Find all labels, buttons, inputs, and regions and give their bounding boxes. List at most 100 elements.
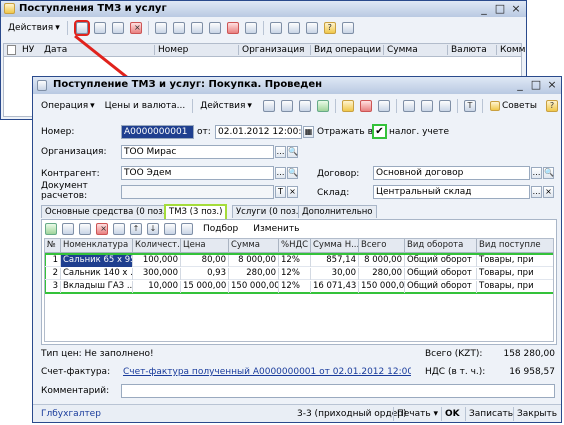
based-on-icon[interactable] bbox=[377, 100, 390, 112]
calc-icon[interactable] bbox=[438, 100, 451, 112]
comment-field[interactable] bbox=[121, 384, 555, 398]
th-sum[interactable]: Сумма bbox=[229, 239, 279, 252]
journal-icon[interactable] bbox=[420, 100, 433, 112]
th-nomenclature[interactable]: Номенклатура bbox=[61, 239, 133, 252]
cell-receipt-type[interactable]: Товары, при bbox=[477, 255, 553, 267]
move-up-icon[interactable]: ↑ bbox=[130, 223, 142, 235]
cell-turnover[interactable]: Общий оборот bbox=[405, 255, 477, 267]
accountant-link[interactable]: Глбухгалтер bbox=[41, 409, 101, 419]
cell-sum[interactable]: 150 000,00 bbox=[229, 281, 279, 293]
cell-vat-rate[interactable]: 12% bbox=[279, 281, 311, 293]
cell-total[interactable]: 8 000,00 bbox=[359, 255, 405, 267]
contractor-field[interactable]: ТОО Эдем bbox=[121, 166, 274, 180]
tab-services[interactable]: Услуги (0 поз.) bbox=[232, 205, 306, 218]
doc-actions-menu[interactable]: Действия ▾ bbox=[195, 99, 257, 114]
table-row[interactable]: 3 Вкладыш ГАЗ ... 10,000 15 000,00 150 0… bbox=[45, 281, 553, 293]
print-form-select[interactable]: 3-3 (приходный ордер) bbox=[297, 409, 406, 419]
org-open-icon[interactable]: 🔍 bbox=[287, 146, 298, 158]
th-turnover[interactable]: Вид оборота bbox=[405, 239, 477, 252]
doc-maximize-icon[interactable]: □ bbox=[529, 79, 543, 91]
contractor-select-icon[interactable]: … bbox=[275, 167, 286, 179]
calendar-icon[interactable]: ▦ bbox=[303, 126, 314, 138]
move-down-icon[interactable]: ↓ bbox=[147, 223, 159, 235]
table-end-edit-icon[interactable] bbox=[113, 223, 125, 235]
cell-price[interactable]: 15 000,00 bbox=[181, 281, 229, 293]
doc-help-icon[interactable]: ? bbox=[545, 100, 558, 112]
number-field[interactable]: A0000000001 bbox=[121, 125, 194, 139]
pick-button[interactable]: Подбор bbox=[198, 222, 243, 237]
doc-type-icon[interactable]: T bbox=[275, 186, 286, 198]
move-icon[interactable] bbox=[262, 100, 275, 112]
cell-vat-rate[interactable]: 12% bbox=[279, 268, 311, 280]
date-field[interactable]: 02.01.2012 12:00:01 bbox=[215, 125, 302, 139]
org-field[interactable]: ТОО Мирас bbox=[121, 145, 274, 159]
cell-price[interactable]: 0,93 bbox=[181, 268, 229, 280]
text-icon[interactable]: T bbox=[463, 100, 476, 112]
advice-button[interactable]: Советы bbox=[485, 99, 542, 114]
post-icon[interactable] bbox=[280, 100, 293, 112]
th-quantity[interactable]: Количест... bbox=[133, 239, 181, 252]
operation-menu[interactable]: Операция ▾ bbox=[36, 99, 100, 114]
warehouse-select-icon[interactable]: … bbox=[531, 186, 542, 198]
invoice-link[interactable]: Счет-фактура полученный A0000000001 от 0… bbox=[123, 367, 411, 377]
cell-quantity[interactable]: 300,000 bbox=[133, 268, 181, 280]
cell-total[interactable]: 150 000,00 bbox=[359, 281, 405, 293]
cell-vat-sum[interactable]: 30,00 bbox=[311, 268, 359, 280]
cell-price[interactable]: 80,00 bbox=[181, 255, 229, 267]
th-num[interactable]: № bbox=[45, 239, 61, 252]
th-vat-sum[interactable]: Сумма Н... bbox=[311, 239, 359, 252]
th-total[interactable]: Всего bbox=[359, 239, 405, 252]
tax-accounting-checkbox[interactable]: ✔ bbox=[372, 124, 387, 139]
table-copy-icon[interactable] bbox=[62, 223, 74, 235]
tab-additional[interactable]: Дополнительно bbox=[298, 205, 377, 218]
sort-asc-icon[interactable] bbox=[164, 223, 176, 235]
table-row[interactable]: 1 Сальник 65 x 95 100,000 80,00 8 000,00… bbox=[45, 255, 553, 267]
table-edit-icon[interactable] bbox=[79, 223, 91, 235]
cell-quantity[interactable]: 100,000 bbox=[133, 255, 181, 267]
contract-select-icon[interactable]: … bbox=[531, 167, 542, 179]
doc-minimize-icon[interactable]: _ bbox=[513, 79, 527, 91]
cell-nomenclature[interactable]: Сальник 140 x ... bbox=[61, 268, 133, 280]
print-button[interactable]: Печать ▾ bbox=[397, 409, 438, 419]
cell-turnover[interactable]: Общий оборот bbox=[405, 281, 477, 293]
cell-vat-sum[interactable]: 16 071,43 bbox=[311, 281, 359, 293]
ok-button[interactable]: OK bbox=[445, 409, 460, 419]
cell-turnover[interactable]: Общий оборот bbox=[405, 268, 477, 280]
contract-open-icon[interactable]: 🔍 bbox=[543, 167, 554, 179]
cell-quantity[interactable]: 10,000 bbox=[133, 281, 181, 293]
th-price[interactable]: Цена bbox=[181, 239, 229, 252]
tab-tmz[interactable]: ТМЗ (3 поз.) bbox=[164, 204, 228, 219]
warehouse-field[interactable]: Центральный склад bbox=[373, 185, 530, 199]
cell-vat-sum[interactable]: 857,14 bbox=[311, 255, 359, 267]
doc-clear-icon[interactable]: × bbox=[287, 186, 298, 198]
doc-close-icon[interactable]: × bbox=[545, 79, 559, 91]
cell-total[interactable]: 280,00 bbox=[359, 268, 405, 280]
table-add-icon[interactable] bbox=[45, 223, 57, 235]
table-delete-icon[interactable]: × bbox=[96, 223, 108, 235]
sort-desc-icon[interactable] bbox=[181, 223, 193, 235]
movements-icon[interactable] bbox=[341, 100, 354, 112]
cell-sum[interactable]: 280,00 bbox=[229, 268, 279, 280]
save-button[interactable]: Записать bbox=[469, 409, 513, 419]
close-button[interactable]: Закрыть bbox=[517, 409, 557, 419]
dt-kt-icon[interactable] bbox=[359, 100, 372, 112]
warehouse-clear-icon[interactable]: × bbox=[543, 186, 554, 198]
structure-doc-icon[interactable] bbox=[402, 100, 415, 112]
tab-fixed-assets[interactable]: Основные средства (0 поз.) bbox=[41, 205, 173, 218]
cell-receipt-type[interactable]: Товары, при bbox=[477, 268, 553, 280]
approve-icon[interactable] bbox=[316, 100, 329, 112]
cell-vat-rate[interactable]: 12% bbox=[279, 255, 311, 267]
th-receipt-type[interactable]: Вид поступле bbox=[477, 239, 553, 252]
table-row[interactable]: 2 Сальник 140 x ... 300,000 0,93 280,00 … bbox=[45, 268, 553, 280]
prices-button[interactable]: Цены и валюта... bbox=[100, 99, 191, 114]
doc-settlement-field[interactable] bbox=[121, 185, 274, 199]
cell-nomenclature[interactable]: Сальник 65 x 95 bbox=[61, 255, 133, 267]
contractor-open-icon[interactable]: 🔍 bbox=[287, 167, 298, 179]
th-vat-rate[interactable]: %НДС bbox=[279, 239, 311, 252]
org-select-icon[interactable]: … bbox=[275, 146, 286, 158]
cell-sum[interactable]: 8 000,00 bbox=[229, 255, 279, 267]
change-button[interactable]: Изменить bbox=[248, 222, 304, 237]
cell-nomenclature[interactable]: Вкладыш ГАЗ ... bbox=[61, 281, 133, 293]
cell-receipt-type[interactable]: Товары, при bbox=[477, 281, 553, 293]
refresh-doc-icon[interactable] bbox=[298, 100, 311, 112]
